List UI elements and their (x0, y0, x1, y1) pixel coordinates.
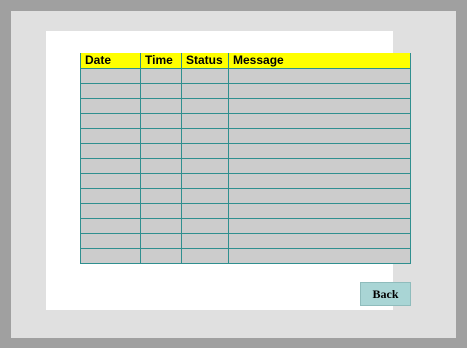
status-cell (181, 203, 229, 219)
time-cell (140, 188, 182, 204)
time-cell (140, 68, 182, 84)
column-header-status: Status (181, 53, 229, 69)
table-row[interactable] (80, 113, 411, 129)
table-row[interactable] (80, 173, 411, 189)
date-cell (80, 128, 141, 144)
time-cell (140, 248, 182, 264)
time-cell (140, 233, 182, 249)
date-cell (80, 113, 141, 129)
time-cell (140, 113, 182, 129)
message-cell (228, 173, 411, 189)
date-cell (80, 203, 141, 219)
status-cell (181, 113, 229, 129)
back-button[interactable]: Back (360, 282, 411, 306)
status-cell (181, 158, 229, 174)
column-header-message: Message (228, 53, 411, 69)
message-cell (228, 83, 411, 99)
log-table: Date Time Status Message (80, 53, 411, 264)
table-row[interactable] (80, 248, 411, 264)
date-cell (80, 233, 141, 249)
date-cell (80, 158, 141, 174)
message-cell (228, 248, 411, 264)
log-table-body (80, 68, 411, 264)
table-row[interactable] (80, 233, 411, 249)
message-cell (228, 113, 411, 129)
message-cell (228, 128, 411, 144)
status-cell (181, 98, 229, 114)
table-row[interactable] (80, 83, 411, 99)
date-cell (80, 83, 141, 99)
message-cell (228, 158, 411, 174)
table-row[interactable] (80, 218, 411, 234)
status-cell (181, 68, 229, 84)
column-header-time: Time (140, 53, 182, 69)
message-cell (228, 218, 411, 234)
table-row[interactable] (80, 158, 411, 174)
time-cell (140, 143, 182, 159)
status-cell (181, 218, 229, 234)
time-cell (140, 218, 182, 234)
date-cell (80, 173, 141, 189)
message-cell (228, 233, 411, 249)
status-cell (181, 188, 229, 204)
status-cell (181, 233, 229, 249)
status-cell (181, 83, 229, 99)
message-cell (228, 143, 411, 159)
time-cell (140, 173, 182, 189)
column-header-date: Date (80, 53, 141, 69)
table-row[interactable] (80, 98, 411, 114)
status-cell (181, 143, 229, 159)
status-cell (181, 128, 229, 144)
log-table-header-row: Date Time Status Message (80, 53, 411, 69)
table-row[interactable] (80, 143, 411, 159)
time-cell (140, 98, 182, 114)
table-row[interactable] (80, 128, 411, 144)
message-cell (228, 188, 411, 204)
table-row[interactable] (80, 68, 411, 84)
date-cell (80, 68, 141, 84)
message-cell (228, 203, 411, 219)
time-cell (140, 203, 182, 219)
status-cell (181, 248, 229, 264)
date-cell (80, 248, 141, 264)
time-cell (140, 83, 182, 99)
table-row[interactable] (80, 203, 411, 219)
date-cell (80, 143, 141, 159)
table-row[interactable] (80, 188, 411, 204)
date-cell (80, 218, 141, 234)
log-panel: Date Time Status Message Back (46, 31, 411, 310)
date-cell (80, 98, 141, 114)
status-cell (181, 173, 229, 189)
time-cell (140, 128, 182, 144)
message-cell (228, 98, 411, 114)
message-cell (228, 68, 411, 84)
time-cell (140, 158, 182, 174)
date-cell (80, 188, 141, 204)
